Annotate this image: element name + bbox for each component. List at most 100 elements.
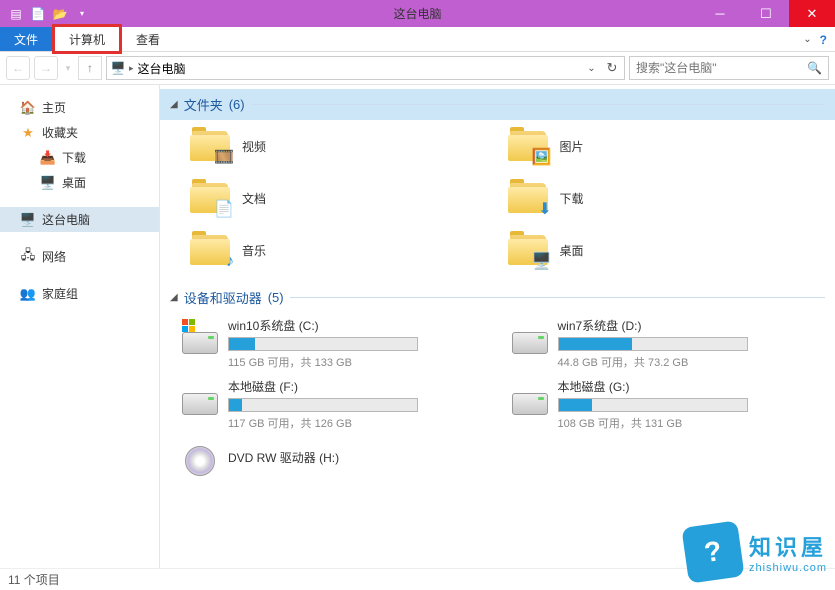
- desktop-icon: 🖥️: [40, 175, 56, 191]
- homegroup-icon: 👥: [20, 286, 36, 302]
- folder-videos[interactable]: 🎞️ 视频: [190, 124, 488, 168]
- sidebar-this-pc[interactable]: 🖥️ 这台电脑: [0, 207, 159, 232]
- drive-name: 本地磁盘 (G:): [558, 378, 816, 395]
- address-text[interactable]: 这台电脑: [134, 60, 582, 77]
- drive-d[interactable]: win7系统盘 (D:) 44.8 GB 可用，共 73.2 GB: [510, 317, 816, 370]
- group-divider: [290, 297, 825, 298]
- qat-open-icon[interactable]: 📂: [50, 4, 70, 24]
- qat-dropdown-icon[interactable]: ▾: [72, 4, 92, 24]
- chevron-down-icon[interactable]: ◢: [170, 99, 178, 110]
- drive-icon: [510, 317, 550, 357]
- folder-documents[interactable]: 📄 文档: [190, 176, 488, 220]
- drive-icon: [510, 378, 550, 418]
- folder-downloads[interactable]: ⬇ 下载: [508, 176, 806, 220]
- navigation-bar: ← → ▾ ↑ 🖥️ ▸ 这台电脑 ⌄ ↻ 🔍: [0, 52, 835, 85]
- qat-properties-icon[interactable]: ▤: [6, 4, 26, 24]
- dvd-drive-icon: [180, 439, 220, 479]
- sidebar-label: 下载: [62, 149, 86, 166]
- downloads-folder-icon: ⬇: [508, 179, 550, 217]
- drive-dvd[interactable]: DVD RW 驱动器 (H:): [180, 439, 486, 479]
- forward-button[interactable]: →: [34, 56, 58, 80]
- drive-usage-bar: [228, 337, 418, 351]
- minimize-button[interactable]: ─: [697, 0, 743, 27]
- pictures-folder-icon: 🖼️: [508, 127, 550, 165]
- sidebar-homegroup[interactable]: 👥 家庭组: [0, 281, 159, 306]
- ribbon-tabs: 文件 计算机 查看 ⌄ ?: [0, 27, 835, 52]
- ribbon-expand-icon[interactable]: ⌄: [803, 34, 811, 45]
- back-button[interactable]: ←: [6, 56, 30, 80]
- home-icon: 🏠: [20, 100, 36, 116]
- help-icon[interactable]: ?: [820, 33, 827, 47]
- sidebar-label: 这台电脑: [42, 211, 90, 228]
- drive-usage-fill: [559, 399, 593, 411]
- group-divider: [251, 104, 825, 105]
- folder-music[interactable]: ♪ 音乐: [190, 228, 488, 272]
- pc-icon: 🖥️: [20, 212, 36, 228]
- group-header-folders[interactable]: ◢ 文件夹 (6): [160, 89, 835, 120]
- watermark-brand: 知识屋: [749, 530, 827, 562]
- drive-info: win7系统盘 (D:) 44.8 GB 可用，共 73.2 GB: [558, 317, 816, 370]
- music-folder-icon: ♪: [190, 231, 232, 269]
- titlebar: ▤ 📄 📂 ▾ 这台电脑 ─ ☐ ✕: [0, 0, 835, 27]
- address-dropdown-icon[interactable]: ⌄: [582, 63, 600, 74]
- group-count: (6): [229, 97, 245, 112]
- drive-c[interactable]: win10系统盘 (C:) 115 GB 可用，共 133 GB: [180, 317, 486, 370]
- maximize-button[interactable]: ☐: [743, 0, 789, 27]
- drive-info: win10系统盘 (C:) 115 GB 可用，共 133 GB: [228, 317, 486, 370]
- folder-desktop[interactable]: 🖥️ 桌面: [508, 228, 806, 272]
- drive-usage-fill: [229, 338, 255, 350]
- tab-view[interactable]: 查看: [122, 27, 174, 51]
- sidebar-downloads[interactable]: 📥 下载: [0, 145, 159, 170]
- windows-logo-icon: [182, 319, 196, 333]
- close-button[interactable]: ✕: [789, 0, 835, 27]
- group-header-devices[interactable]: ◢ 设备和驱动器 (5): [160, 282, 835, 313]
- refresh-button[interactable]: ↻: [600, 57, 624, 79]
- chevron-down-icon[interactable]: ◢: [170, 292, 178, 303]
- folder-label: 下载: [560, 190, 584, 207]
- sidebar-favorites[interactable]: ★ 收藏夹: [0, 120, 159, 145]
- folder-label: 桌面: [560, 242, 584, 259]
- videos-folder-icon: 🎞️: [190, 127, 232, 165]
- group-label: 设备和驱动器: [184, 288, 262, 307]
- search-box[interactable]: 🔍: [629, 56, 829, 80]
- location-pc-icon: 🖥️: [107, 57, 129, 79]
- drive-usage-bar: [228, 398, 418, 412]
- window-title: 这台电脑: [393, 5, 441, 22]
- watermark-badge-icon: ?: [681, 520, 744, 583]
- up-button[interactable]: ↑: [78, 56, 102, 80]
- watermark-text: 知识屋 zhishiwu.com: [749, 530, 827, 574]
- search-icon[interactable]: 🔍: [807, 61, 822, 75]
- drive-icon: [180, 317, 220, 357]
- recent-locations-dropdown[interactable]: ▾: [62, 56, 74, 80]
- drive-usage-fill: [559, 338, 632, 350]
- drive-g[interactable]: 本地磁盘 (G:) 108 GB 可用，共 131 GB: [510, 378, 816, 431]
- qat-new-folder-icon[interactable]: 📄: [28, 4, 48, 24]
- sidebar-label: 主页: [42, 99, 66, 116]
- drive-f[interactable]: 本地磁盘 (F:) 117 GB 可用，共 126 GB: [180, 378, 486, 431]
- quick-access-toolbar: ▤ 📄 📂 ▾: [0, 4, 92, 24]
- status-item-count: 11 个项目: [8, 571, 60, 588]
- search-input[interactable]: [636, 61, 807, 75]
- sidebar-label: 收藏夹: [42, 124, 78, 141]
- folders-grid: 🎞️ 视频 🖼️ 图片 📄 文档 ⬇ 下载 ♪ 音乐 🖥️ 桌面: [160, 120, 835, 282]
- drive-free-text: 115 GB 可用，共 133 GB: [228, 354, 486, 370]
- sidebar-desktop[interactable]: 🖥️ 桌面: [0, 170, 159, 195]
- drive-name: DVD RW 驱动器 (H:): [228, 449, 486, 466]
- drive-info: DVD RW 驱动器 (H:): [228, 439, 486, 466]
- group-label: 文件夹: [184, 95, 223, 114]
- sidebar-label: 网络: [42, 248, 66, 265]
- address-bar[interactable]: 🖥️ ▸ 这台电脑 ⌄ ↻: [106, 56, 625, 80]
- folder-label: 文档: [242, 190, 266, 207]
- folder-label: 图片: [560, 138, 584, 155]
- sidebar-network[interactable]: 🖧 网络: [0, 244, 159, 269]
- folder-pictures[interactable]: 🖼️ 图片: [508, 124, 806, 168]
- drive-usage-fill: [229, 399, 242, 411]
- drive-info: 本地磁盘 (G:) 108 GB 可用，共 131 GB: [558, 378, 816, 431]
- watermark-url: zhishiwu.com: [749, 562, 827, 574]
- sidebar-label: 家庭组: [42, 285, 78, 302]
- folder-label: 视频: [242, 138, 266, 155]
- tab-computer[interactable]: 计算机: [52, 24, 122, 54]
- sidebar-home[interactable]: 🏠 主页: [0, 95, 159, 120]
- folder-label: 音乐: [242, 242, 266, 259]
- tab-file[interactable]: 文件: [0, 27, 52, 51]
